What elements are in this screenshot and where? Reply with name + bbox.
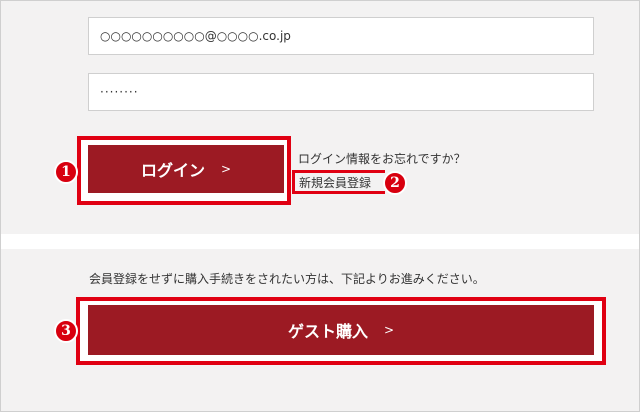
register-link-label: 新規会員登録: [299, 175, 372, 190]
guest-note-text: 会員登録をせずに購入手続きをされたい方は、下記よりお進みください。: [89, 272, 485, 286]
register-link[interactable]: 新規会員登録: [292, 170, 385, 194]
login-button[interactable]: ログイン >: [88, 145, 284, 193]
step-badge-2: 2: [383, 171, 407, 195]
step-badge-3: 3: [54, 319, 78, 343]
guest-purchase-button[interactable]: ゲスト購入 >: [88, 305, 594, 355]
chevron-right-icon: >: [220, 162, 232, 176]
forgot-login-text: ログイン情報をお忘れですか？: [298, 152, 466, 166]
guest-button-label: ゲスト購入: [287, 322, 368, 341]
email-input[interactable]: ○○○○○○○○○○@○○○○.co.jp: [88, 17, 594, 55]
password-input[interactable]: ········: [88, 73, 594, 111]
step-badge-1: 1: [54, 160, 78, 184]
chevron-right-icon: >: [383, 323, 395, 337]
login-button-label: ログイン: [140, 161, 205, 180]
